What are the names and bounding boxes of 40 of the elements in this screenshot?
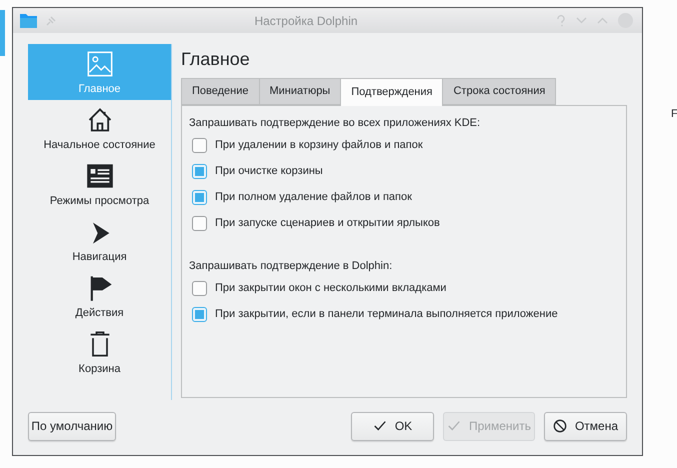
sidebar-item[interactable]: Навигация xyxy=(28,212,171,268)
help-icon[interactable] xyxy=(556,14,566,26)
list-view-icon xyxy=(86,162,114,190)
pin-icon xyxy=(46,16,56,26)
checkbox-label: При запуске сценариев и открытии ярлыков xyxy=(215,216,440,231)
folder-icon xyxy=(20,13,37,28)
checkbox[interactable] xyxy=(192,280,207,296)
image-icon xyxy=(86,50,114,78)
window-title: Настройка Dolphin xyxy=(253,12,359,30)
desktop-panel xyxy=(0,10,5,56)
check-icon xyxy=(372,419,387,433)
cancel-icon xyxy=(552,419,567,433)
sidebar-item[interactable]: Действия xyxy=(28,268,171,324)
section-heading: Запрашивать подтверждение во всех приложениях KDE: xyxy=(189,116,482,131)
checkbox[interactable] xyxy=(192,306,207,322)
checkbox[interactable] xyxy=(192,138,207,152)
section-heading: Запрашивать подтверждение в Dolphin: xyxy=(189,259,394,274)
sidebar-item[interactable]: Корзина xyxy=(28,324,171,380)
edge-text: F xyxy=(671,107,677,122)
checkbox-label: При полном удаление файлов и папок xyxy=(215,190,412,205)
check-icon xyxy=(446,419,461,433)
checkbox[interactable] xyxy=(192,190,207,204)
cancel-button[interactable]: Отмена xyxy=(544,412,627,440)
page-title: Главное xyxy=(181,48,251,71)
sidebar-item[interactable]: Режимы просмотра xyxy=(28,156,171,212)
checkbox-label: При удалении в корзину файлов и папок xyxy=(215,138,423,153)
sidebar-item[interactable]: Начальное состояние xyxy=(28,100,171,156)
maximize-icon[interactable] xyxy=(597,17,608,24)
dialog-button[interactable]: OK xyxy=(351,412,434,440)
tab[interactable]: Подтверждения xyxy=(340,78,444,106)
minimize-icon[interactable] xyxy=(576,17,587,24)
defaults-button[interactable]: По умолчанию xyxy=(28,412,116,440)
checkbox-label: При очистке корзины xyxy=(215,164,323,179)
tab[interactable]: Миниатюры xyxy=(258,78,342,105)
checkbox[interactable] xyxy=(192,216,207,230)
tab[interactable]: Поведение xyxy=(181,78,260,105)
tab[interactable]: Строка состояния xyxy=(442,78,556,105)
checkbox-label: При закрытии окон с несколькими вкладками xyxy=(215,280,446,296)
checkbox[interactable] xyxy=(192,164,207,178)
checkbox-label: При закрытии, если в панели терминала выполняется приложение xyxy=(215,306,558,322)
